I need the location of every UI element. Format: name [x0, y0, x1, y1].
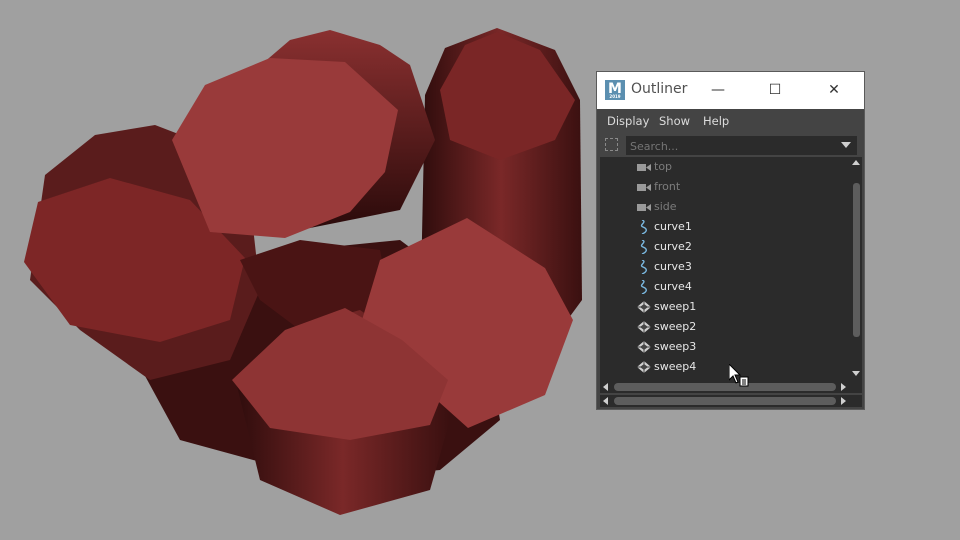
camera-icon	[637, 164, 651, 171]
outliner-item-label: curve4	[654, 280, 692, 293]
minimize-button[interactable]: —	[695, 72, 741, 109]
maya-logo-icon: M 2019	[605, 80, 625, 100]
filter-icon[interactable]	[605, 138, 618, 151]
close-button[interactable]: ✕	[811, 72, 857, 109]
search-input[interactable]	[626, 136, 857, 155]
outliner-item-label: front	[654, 180, 681, 193]
outliner-item-label: sweep3	[654, 340, 697, 353]
vertical-scroll-thumb[interactable]	[853, 183, 860, 337]
outliner-item-curve1[interactable]: curve1	[600, 217, 851, 237]
horizontal-scrollbar-secondary[interactable]	[600, 395, 862, 407]
search-dropdown-icon[interactable]	[841, 142, 851, 148]
mouse-cursor-icon	[729, 364, 749, 387]
window-title: Outliner	[631, 81, 688, 97]
mesh-icon	[637, 301, 651, 313]
outliner-item-label: sweep4	[654, 360, 697, 373]
scroll-up-icon[interactable]	[852, 160, 860, 165]
logo-sub: 2019	[609, 94, 621, 99]
scroll-right-icon[interactable]	[841, 397, 846, 405]
outliner-item-curve3[interactable]: curve3	[600, 257, 851, 277]
scroll-left-icon[interactable]	[603, 397, 608, 405]
horizontal-scroll-thumb[interactable]	[614, 383, 836, 391]
outliner-item-sweep1[interactable]: sweep1	[600, 297, 851, 317]
outliner-item-side[interactable]: side	[600, 197, 851, 217]
scroll-left-icon[interactable]	[603, 383, 608, 391]
outliner-item-curve2[interactable]: curve2	[600, 237, 851, 257]
scroll-right-icon[interactable]	[841, 383, 846, 391]
menu-show[interactable]: Show	[659, 114, 690, 128]
curve-icon	[640, 280, 647, 294]
menu-display[interactable]: Display	[607, 114, 649, 128]
menu-help[interactable]: Help	[703, 114, 729, 128]
mesh-icon	[637, 361, 651, 373]
outliner-item-curve4[interactable]: curve4	[600, 277, 851, 297]
curve-icon	[640, 260, 647, 274]
outliner-item-label: sweep1	[654, 300, 697, 313]
curve-icon	[640, 220, 647, 234]
outliner-item-sweep2[interactable]: sweep2	[600, 317, 851, 337]
outliner-item-sweep3[interactable]: sweep3	[600, 337, 851, 357]
search-row	[597, 134, 864, 157]
outliner-item-label: curve1	[654, 220, 692, 233]
camera-icon	[637, 204, 651, 211]
outliner-item-label: sweep2	[654, 320, 697, 333]
menu-bar: Display Show Help	[597, 109, 864, 134]
maximize-button[interactable]: ☐	[752, 72, 798, 109]
outliner-item-label: curve3	[654, 260, 692, 273]
outliner-item-top[interactable]: top	[600, 157, 851, 177]
scroll-down-icon[interactable]	[852, 371, 860, 376]
horizontal-scroll-thumb[interactable]	[614, 397, 836, 405]
outliner-item-label: curve2	[654, 240, 692, 253]
outliner-item-front[interactable]: front	[600, 177, 851, 197]
mesh-icon	[637, 341, 651, 353]
curve-icon	[640, 240, 647, 254]
outliner-window[interactable]: M 2019 Outliner — ☐ ✕ Display Show Help …	[596, 71, 865, 410]
outliner-item-label: top	[654, 160, 673, 173]
outliner-item-label: side	[654, 200, 677, 213]
title-bar[interactable]: M 2019 Outliner — ☐ ✕	[597, 72, 864, 109]
camera-icon	[637, 184, 651, 191]
mesh-icon	[637, 321, 651, 333]
outliner-list[interactable]: top front side curve1 curve2 curve3 curve4 swee…	[600, 157, 851, 381]
vertical-scrollbar[interactable]	[851, 157, 862, 381]
outliner-item-sweep4[interactable]: sweep4	[600, 357, 851, 377]
